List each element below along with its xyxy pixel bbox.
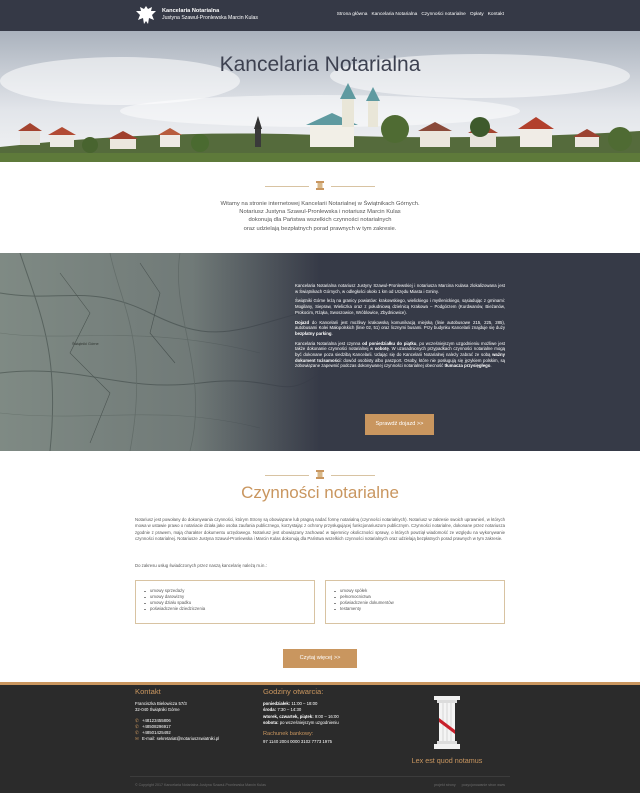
footer-divider [130,776,510,777]
copyright-text: © Copyright 2017 Kancelaria Notarialna J… [135,783,266,787]
main-menu: Strona główna Kancelaria Notarialna Czyn… [337,12,504,17]
divider-ornament [265,470,375,480]
brand-title-block[interactable]: Kancelaria Notarialna Justyna Szawul-Pro… [162,8,258,22]
welcome-line: dokonują dla Państwa wszelkich czynności… [248,217,392,224]
town-panorama-image [0,31,640,162]
eagle-emblem-icon[interactable] [135,4,157,27]
brand-subtitle: Justyna Szawul-Pronlewska Marcin Kulas [162,15,259,21]
hero-title: Kancelaria Notarialna [219,53,421,76]
phone-icon: ✆ [135,730,139,736]
email-link[interactable]: E-mail: sekretariat@notariuszswiatniki.p… [142,736,219,742]
map-town-label: Świątniki Górne [72,342,99,346]
services-note: Do zakresu usług świadczonych przez nasz… [135,563,267,568]
credit-link[interactable]: pozycjonowanie stron www [462,783,505,787]
menu-item-home[interactable]: Strona główna [337,12,368,17]
menu-item-office[interactable]: Kancelaria Notarialna [371,12,417,17]
phone-icon: ✆ [135,717,139,723]
hero-banner: Kancelaria Notarialna [0,31,640,162]
list-item: poświadczenie dziedziczenia [144,606,314,612]
location-paragraph: Świątniki Górne leżą na granicy powiatów… [295,298,505,315]
menu-item-fees[interactable]: Opłaty [470,12,484,17]
top-navigation: Kancelaria Notarialna Justyna Szawul-Pro… [0,0,640,31]
services-title: Czynności notarialne [241,483,399,502]
location-section: Świątniki Górne Kancelaria Notarialna no… [0,253,640,451]
footer-motto: Lex est quod notamus [411,756,483,765]
mail-icon: ✉ [135,736,139,742]
welcome-line: Notariusz Justyna Szawul-Pronlewska i no… [239,209,401,216]
footer-contact: Kontakt Franciszka Bielowicza 57/3 32-04… [135,687,250,742]
location-paragraph: Kancelaria Notarialna notariusz Justyny … [295,283,505,294]
check-directions-button[interactable]: Sprawdź dojazd >> [365,414,434,435]
read-more-button[interactable]: Czytaj więcej >> [283,649,357,668]
services-list-right: umowy spółek pełnomocnictwa poświadczeni… [325,580,505,624]
menu-item-contact[interactable]: Kontakt [488,12,504,17]
hours-row: sobota: po wcześniejszym uzgodnieniu [263,719,339,725]
address-city: 32-040 Świątniki Górne [135,707,180,713]
credit-link[interactable]: projekt strony [434,783,456,787]
footer-hours: Godziny otwarcia: poniedziałek: 11:00 – … [263,687,383,745]
footer-hours-title: Godziny otwarcia: [263,687,324,696]
column-ornament-icon [316,470,324,479]
divider-ornament [265,181,375,191]
column-ornament-icon [316,181,324,190]
welcome-line: Witamy na stronie internetowej Kancelari… [220,201,420,207]
brand-title: Kancelaria Notarialna [162,8,220,14]
footer-contact-title: Kontakt [135,687,161,696]
bank-account-title: Rachunek bankowy: [263,731,314,738]
welcome-text: Witamy na stronie internetowej Kancelari… [160,200,480,233]
services-intro: Notariusz jest powołany do dokonywania c… [135,517,505,541]
bank-account-number: 97 1140 2004 0000 3102 7773 1975 [263,739,332,745]
location-paragraph-hours: Kancelaria Notarialna jest czynna od pon… [295,340,505,369]
column-logo-icon [434,696,460,749]
location-paragraph-access: Dojazd do Kancelarii jest możliwy krakow… [295,319,505,336]
services-list-left: umowy sprzedaży umowy darowizny umowy dz… [135,580,315,624]
welcome-line: oraz udzielają bezpłatnych porad prawnyc… [243,225,397,232]
location-description: Kancelaria Notarialna notariusz Justyny … [295,283,505,373]
list-item: testamenty [334,606,504,612]
phone-icon: ✆ [135,723,139,729]
footer-credits: projekt strony pozycjonowanie stron www [434,783,505,787]
menu-item-services[interactable]: Czynności notarialne [421,12,466,17]
